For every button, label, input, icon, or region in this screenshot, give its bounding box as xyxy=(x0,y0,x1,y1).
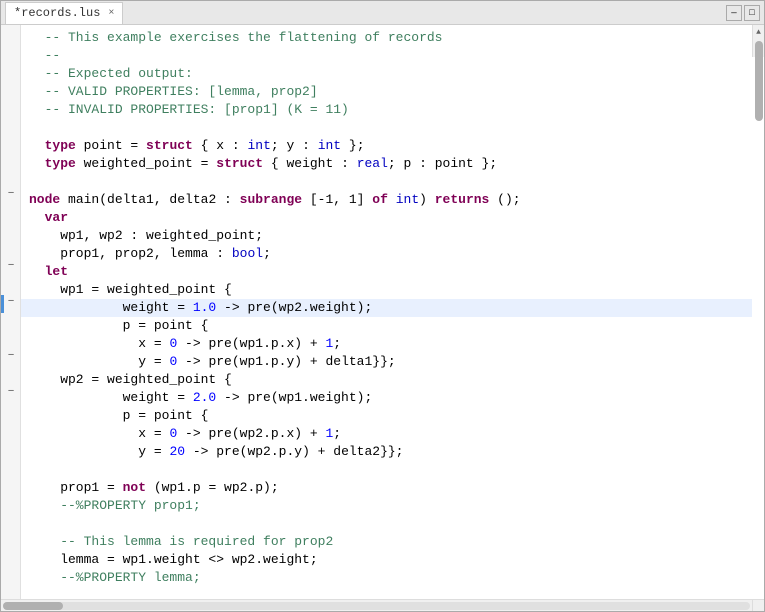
title-bar: *records.lus × — □ xyxy=(1,1,764,25)
fold-marker-line10[interactable]: − xyxy=(4,187,18,201)
code-line-19: y = 0 -> pre(wp1.p.y) + delta1}}; xyxy=(29,353,744,371)
code-line-22: p = point { xyxy=(29,407,744,425)
code-line-12: wp1, wp2 : weighted_point; xyxy=(29,227,744,245)
code-line-3: -- Expected output: xyxy=(29,65,744,83)
main-window: *records.lus × — □ − − − − − -- This exa… xyxy=(0,0,765,612)
scroll-thumb-y[interactable] xyxy=(755,41,763,121)
code-editor[interactable]: -- This example exercises the flattening… xyxy=(21,25,752,599)
code-line-32 xyxy=(29,587,744,599)
fold-marker-line20[interactable]: − xyxy=(4,349,18,363)
code-line-16: weight = 1.0 -> pre(wp2.weight); xyxy=(21,299,752,317)
code-line-1: -- This example exercises the flattening… xyxy=(29,29,744,47)
minimize-button[interactable]: — xyxy=(726,5,742,21)
tab-label: *records.lus xyxy=(14,6,100,20)
code-line-9 xyxy=(29,173,744,191)
left-gutter: − − − − − xyxy=(1,25,21,599)
scrollbar-corner xyxy=(752,599,764,611)
code-line-24: y = 20 -> pre(wp2.p.y) + delta2}}; xyxy=(29,443,744,461)
horizontal-scrollbar-track[interactable] xyxy=(3,602,750,610)
editor-area: − − − − − -- This example exercises the … xyxy=(1,25,764,599)
code-line-21: weight = 2.0 -> pre(wp1.weight); xyxy=(29,389,744,407)
code-line-20: wp2 = weighted_point { xyxy=(29,371,744,389)
file-tab[interactable]: *records.lus × xyxy=(5,2,123,24)
code-line-31: --%PROPERTY lemma; xyxy=(29,569,744,587)
code-line-8: type weighted_point = struct { weight : … xyxy=(29,155,744,173)
code-line-25 xyxy=(29,461,744,479)
code-line-6 xyxy=(29,119,744,137)
code-line-7: type point = struct { x : int; y : int }… xyxy=(29,137,744,155)
code-line-15: wp1 = weighted_point { xyxy=(29,281,744,299)
code-line-10: node main(delta1, delta2 : subrange [-1,… xyxy=(29,191,744,209)
code-line-18: x = 0 -> pre(wp1.p.x) + 1; xyxy=(29,335,744,353)
code-line-14: let xyxy=(29,263,744,281)
bottom-bar xyxy=(1,599,764,611)
fold-marker-line15[interactable]: − xyxy=(4,259,18,273)
code-line-2: -- xyxy=(29,47,744,65)
window-controls: — □ xyxy=(726,5,760,21)
code-line-13: prop1, prop2, lemma : bool; xyxy=(29,245,744,263)
code-line-17: p = point { xyxy=(29,317,744,335)
horizontal-scrollbar-thumb[interactable] xyxy=(3,602,63,610)
code-line-28 xyxy=(29,515,744,533)
code-line-29: -- This lemma is required for prop2 xyxy=(29,533,744,551)
code-line-5: -- INVALID PROPERTIES: [prop1] (K = 11) xyxy=(29,101,744,119)
code-line-26: prop1 = not (wp1.p = wp2.p); xyxy=(29,479,744,497)
fold-marker-line17[interactable]: − xyxy=(4,295,18,309)
code-line-11: var xyxy=(29,209,744,227)
maximize-button[interactable]: □ xyxy=(744,5,760,21)
vertical-scrollbar[interactable]: ▲ ▼ xyxy=(752,25,764,57)
code-line-23: x = 0 -> pre(wp2.p.x) + 1; xyxy=(29,425,744,443)
right-panel: ▲ ▼ xyxy=(752,25,764,599)
code-line-30: lemma = wp1.weight <> wp2.weight; xyxy=(29,551,744,569)
code-line-27: --%PROPERTY prop1; xyxy=(29,497,744,515)
code-line-4: -- VALID PROPERTIES: [lemma, prop2] xyxy=(29,83,744,101)
scroll-up-arrow[interactable]: ▲ xyxy=(756,27,761,39)
tab-close-button[interactable]: × xyxy=(108,8,114,19)
fold-marker-line22[interactable]: − xyxy=(4,385,18,399)
